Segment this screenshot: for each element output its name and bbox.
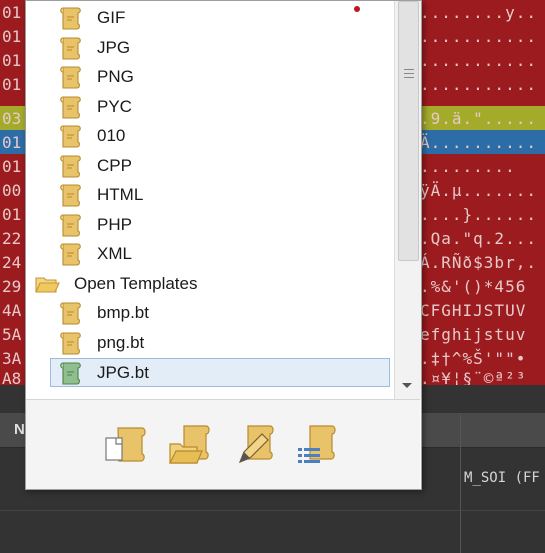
row-divider: [0, 510, 545, 511]
template-icon: [58, 36, 84, 60]
list-item[interactable]: PHP: [26, 211, 393, 240]
list-item[interactable]: GIF: [26, 4, 393, 33]
hex-offset: 01: [2, 27, 22, 46]
column-header-name: N: [14, 421, 25, 438]
template-icon: [58, 124, 84, 148]
hex-ascii: ...........: [420, 27, 537, 46]
hex-offset: 29: [2, 277, 22, 296]
list-item-label: CPP: [97, 155, 132, 175]
hex-offset: 01: [2, 51, 22, 70]
folder-open-templates[interactable]: Open Templates: [26, 270, 393, 299]
hex-offset: 03: [2, 109, 22, 128]
templates-list[interactable]: GIF JPG PNG PYC 010 CPP HTML PHP XML Open Templat…: [26, 1, 393, 399]
list-item[interactable]: PYC: [26, 93, 393, 122]
template-list-icon[interactable]: [296, 422, 342, 466]
template-icon: [58, 183, 84, 207]
template-icon: [58, 95, 84, 119]
hex-ascii: ...........: [420, 51, 537, 70]
hex-offset: 01: [2, 205, 22, 224]
hex-offset: 24: [2, 253, 22, 272]
templates-toolbar: [26, 399, 420, 489]
hex-ascii: Ä..........: [420, 133, 537, 152]
new-template-icon[interactable]: [104, 422, 150, 466]
list-item[interactable]: 010: [26, 122, 393, 151]
scroll-down-arrow-icon[interactable]: [402, 383, 412, 388]
hex-ascii: .........: [420, 157, 516, 176]
list-item[interactable]: png.bt: [26, 329, 393, 358]
template-icon: [58, 154, 84, 178]
template-icon: [58, 331, 84, 355]
hex-ascii: .%&'()*456: [420, 277, 527, 296]
list-item-label: png.bt: [97, 332, 145, 352]
list-item-label: XML: [97, 244, 132, 263]
vertical-scrollbar[interactable]: [394, 1, 421, 399]
list-item-label: 010: [97, 126, 126, 145]
hex-offset: A8: [2, 369, 22, 385]
hex-ascii: ....}......: [420, 205, 537, 224]
list-item-label: PYC: [97, 96, 132, 116]
template-icon: [58, 65, 84, 89]
edit-template-icon[interactable]: [234, 422, 280, 466]
list-item-label: GIF: [97, 8, 126, 27]
hex-offset: 00: [2, 181, 22, 200]
templates-dropdown[interactable]: GIF JPG PNG PYC 010 CPP HTML PHP XML Open Templat…: [25, 0, 422, 490]
hex-ascii: Á.RÑð$3br,.: [420, 253, 537, 272]
list-item-label: HTML: [97, 185, 144, 204]
list-item-label: Open Templates: [74, 273, 198, 293]
hex-ascii: .9.ä.".....: [420, 109, 537, 128]
list-item-label: JPG.bt: [97, 363, 149, 382]
open-template-icon[interactable]: [168, 422, 214, 466]
scrollbar-thumb[interactable]: [398, 1, 419, 261]
hex-offset: 01: [2, 133, 22, 152]
folder-icon: [34, 272, 60, 296]
template-icon: [58, 242, 84, 266]
template-icon: [58, 6, 84, 30]
template-icon: [58, 301, 84, 325]
hex-offset: 01: [2, 75, 22, 94]
list-item-label: PHP: [97, 214, 132, 234]
hex-offset: 01: [2, 157, 22, 176]
column-divider: [460, 413, 461, 553]
template-icon: [58, 213, 84, 237]
hex-offset: 4A: [2, 301, 22, 320]
list-item[interactable]: PNG: [26, 63, 393, 92]
list-item[interactable]: XML: [26, 240, 393, 269]
list-item-label: bmp.bt: [97, 303, 149, 322]
list-item[interactable]: HTML: [26, 181, 393, 210]
list-item[interactable]: CPP: [26, 152, 393, 181]
list-item[interactable]: bmp.bt: [26, 299, 393, 328]
list-item-label: JPG: [97, 37, 131, 57]
hex-offset: 01: [2, 3, 22, 22]
hex-ascii: ........y..: [420, 3, 537, 22]
template-icon: [58, 361, 84, 385]
hex-ascii: CFGHIJSTUV: [420, 301, 527, 320]
hex-offset: 5A: [2, 325, 22, 344]
hex-offset: 22: [2, 229, 22, 248]
hex-ascii: ...........: [420, 75, 537, 94]
hex-ascii: ÿÄ.µ.......: [420, 181, 537, 200]
list-item[interactable]: JPG.bt: [50, 358, 390, 387]
list-item-label: PNG: [97, 67, 134, 86]
list-item[interactable]: JPG: [26, 34, 393, 63]
hex-ascii: efghijstuv: [420, 325, 527, 344]
hex-ascii: .¤¥¦§¨©ª²³: [420, 369, 527, 385]
hex-ascii: .Qa."q.2...: [420, 229, 537, 248]
table-cell-value[interactable]: M_SOI (FF: [464, 470, 540, 486]
